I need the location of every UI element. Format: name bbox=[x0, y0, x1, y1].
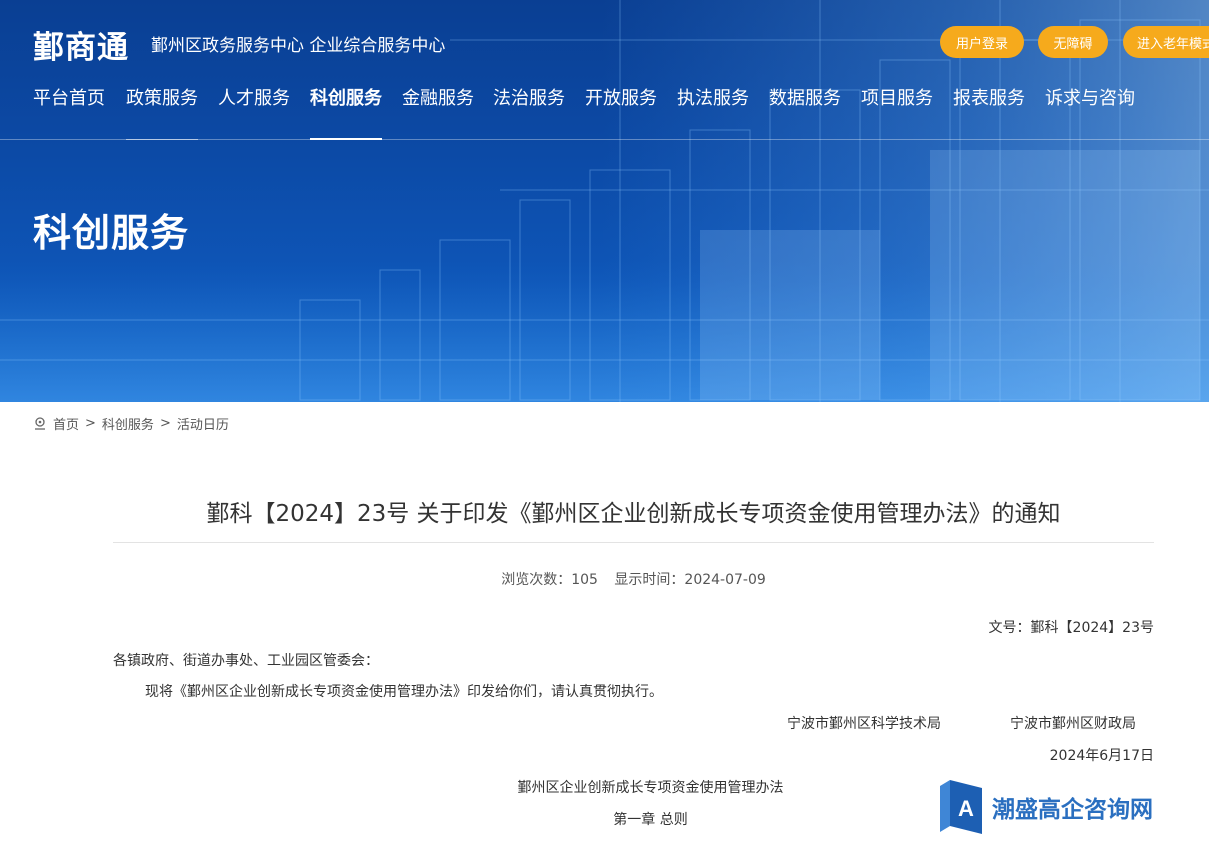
breadcrumb-calendar[interactable]: 活动日历 bbox=[177, 414, 229, 433]
page-heading: 科创服务 bbox=[33, 211, 190, 255]
header-banner: 鄞商通 鄞州区政务服务中心 企业综合服务中心 用户登录 无障碍 进入老年模式 平… bbox=[0, 0, 1209, 402]
document-number: 文号：鄞科【2024】23号 bbox=[988, 620, 1154, 636]
issuer-science-bureau: 宁波市鄞州区科学技术局 bbox=[787, 716, 941, 732]
breadcrumb-home[interactable]: 首页 bbox=[53, 414, 79, 433]
breadcrumb: 首页 > 科创服务 > 活动日历 bbox=[33, 414, 229, 433]
nav-item-innovation[interactable]: 科创服务 bbox=[310, 84, 382, 140]
article-title: 鄞科【2024】23号 关于印发《鄞州区企业创新成长专项资金使用管理办法》的通知 bbox=[206, 501, 1061, 527]
site-subtitle: 鄞州区政务服务中心 企业综合服务中心 bbox=[151, 36, 446, 56]
login-button[interactable]: 用户登录 bbox=[940, 26, 1024, 58]
accessibility-button[interactable]: 无障碍 bbox=[1038, 26, 1108, 58]
svg-text:A: A bbox=[958, 796, 974, 821]
nav-item-data[interactable]: 数据服务 bbox=[769, 84, 841, 140]
nav-item-legal[interactable]: 法治服务 bbox=[493, 84, 565, 140]
nav-item-report[interactable]: 报表服务 bbox=[953, 84, 1025, 140]
issue-date: 2024年6月17日 bbox=[1049, 748, 1154, 764]
recipients: 各镇政府、街道办事处、工业园区管委会： bbox=[113, 653, 379, 669]
publish-date: 显示时间：2024-07-09 bbox=[614, 572, 766, 588]
nav-item-open[interactable]: 开放服务 bbox=[585, 84, 657, 140]
watermark-text: 潮盛高企咨询网 bbox=[992, 796, 1153, 823]
breadcrumb-separator: > bbox=[159, 415, 171, 431]
nav-item-talent[interactable]: 人才服务 bbox=[218, 84, 290, 140]
nav-item-finance[interactable]: 金融服务 bbox=[402, 84, 474, 140]
site-logo[interactable]: 鄞商通 bbox=[33, 22, 129, 67]
nav-item-enforcement[interactable]: 执法服务 bbox=[677, 84, 749, 140]
elder-mode-button[interactable]: 进入老年模式 bbox=[1123, 26, 1209, 58]
breadcrumb-innovation[interactable]: 科创服务 bbox=[102, 414, 154, 433]
article-meta: 浏览次数：105 显示时间：2024-07-09 bbox=[113, 569, 1154, 589]
view-count: 浏览次数：105 bbox=[501, 572, 598, 588]
watermark-logo-icon: A bbox=[940, 780, 982, 834]
nav-item-policy[interactable]: 政策服务 bbox=[126, 84, 198, 140]
breadcrumb-separator: > bbox=[85, 415, 96, 431]
nav-item-project[interactable]: 项目服务 bbox=[861, 84, 933, 140]
title-divider bbox=[113, 542, 1154, 543]
watermark: A 潮盛高企咨询网 bbox=[940, 778, 1180, 836]
body-paragraph: 现将《鄞州区企业创新成长专项资金使用管理办法》印发给你们，请认真贯彻执行。 bbox=[145, 684, 663, 700]
issuer-finance-bureau: 宁波市鄞州区财政局 bbox=[1010, 716, 1136, 732]
nav-item-appeal[interactable]: 诉求与咨询 bbox=[1045, 84, 1135, 140]
nav-item-home[interactable]: 平台首页 bbox=[33, 84, 105, 140]
location-icon bbox=[35, 417, 45, 430]
city-grid-illustration bbox=[0, 0, 1209, 402]
